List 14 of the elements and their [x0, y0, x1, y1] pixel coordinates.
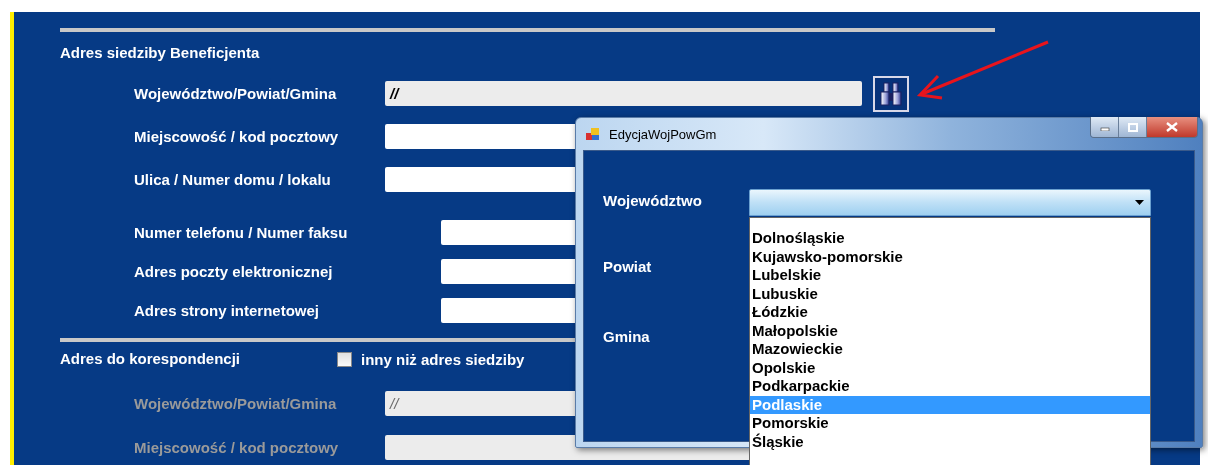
field-label: Województwo	[603, 192, 702, 209]
section-title: Adres siedziby Beneficjenta	[60, 44, 260, 62]
field-label: Powiat	[603, 258, 652, 275]
window-title: EdycjaWojPowGm	[609, 126, 717, 142]
field-label: Miejscowość / kod pocztowy	[134, 128, 340, 145]
field-label: Województwo/Powiat/Gmina	[134, 85, 338, 102]
field-label: Miejscowość / kod pocztowy	[134, 439, 340, 456]
section-title: Adres do korespondencji	[60, 350, 242, 368]
field-label: Numer telefonu / Numer faksu	[134, 224, 349, 241]
field-label: Ulica / Numer domu / lokalu	[134, 171, 332, 188]
field-label: Gmina	[603, 328, 650, 345]
field-label: Adres poczty elektronicznej	[134, 263, 334, 280]
field-label: Adres strony internetowej	[134, 302, 321, 319]
field-label: Województwo/Powiat/Gmina	[134, 395, 338, 412]
